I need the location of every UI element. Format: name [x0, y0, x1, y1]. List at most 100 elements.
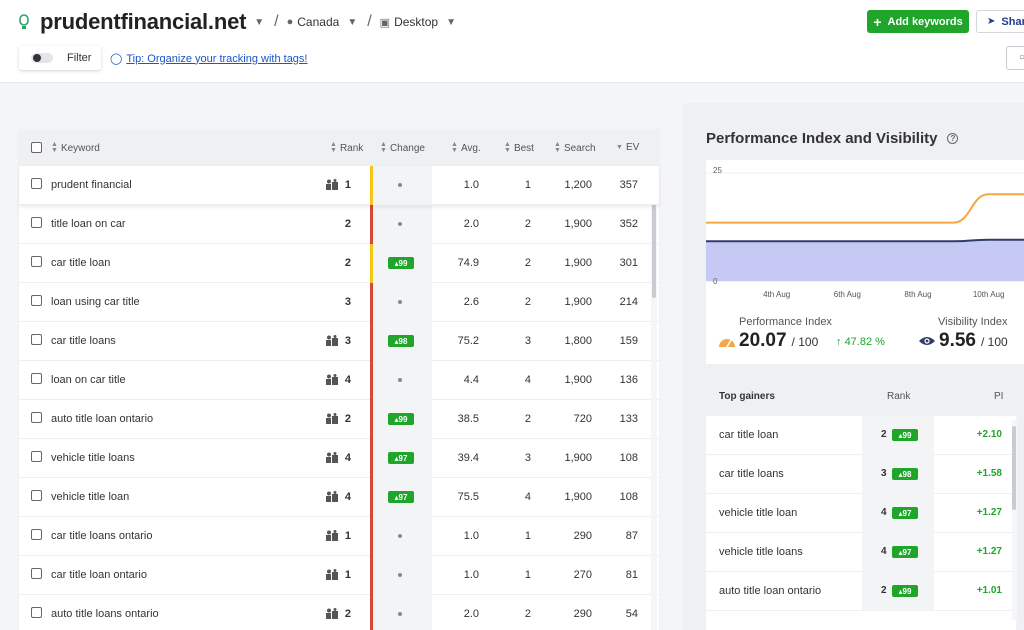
y-tick-label: 0 — [713, 277, 718, 286]
gainer-rank: 4 — [881, 507, 887, 518]
table-row[interactable]: vehicle title loans 4 ▴ 97 39.4 3 1,900 108 — [19, 439, 659, 478]
search-value: 270 — [573, 569, 592, 581]
search-icon[interactable]: ○ — [1006, 46, 1024, 70]
avg-value: 2.6 — [463, 296, 479, 308]
column-avg[interactable]: ▲ ▼ Avg. — [451, 141, 481, 154]
rank-value: 4 — [344, 374, 351, 386]
avg-value: 75.5 — [457, 491, 479, 503]
gainer-row[interactable]: auto title loan ontario 2 ▴ 99 +1.01 — [706, 572, 1016, 611]
row-checkbox[interactable] — [31, 568, 42, 579]
gainers-rank-header[interactable]: Rank — [887, 391, 910, 402]
row-checkbox[interactable] — [31, 373, 42, 384]
keyword-text[interactable]: vehicle title loan — [51, 491, 129, 503]
gainers-pi-header[interactable]: PI — [994, 391, 1003, 402]
change-badge: ▴ 98 — [892, 468, 918, 480]
gainer-keyword[interactable]: car title loans — [719, 468, 784, 480]
help-icon[interactable]: ? — [947, 133, 959, 144]
avg-value: 1.0 — [463, 530, 479, 542]
row-checkbox[interactable] — [31, 529, 42, 540]
row-checkbox[interactable] — [31, 607, 42, 618]
row-checkbox[interactable] — [31, 334, 42, 345]
gainer-keyword[interactable]: vehicle title loan — [719, 507, 797, 519]
gainer-keyword[interactable]: auto title loan ontario — [719, 585, 821, 597]
gainer-row[interactable]: vehicle title loans 4 ▴ 97 +1.27 — [706, 533, 1016, 572]
change-cell — [370, 556, 432, 595]
gainer-row[interactable]: vehicle title loan 4 ▴ 97 +1.27 — [706, 494, 1016, 533]
keyword-text[interactable]: vehicle title loans — [51, 452, 135, 464]
keyword-text[interactable]: auto title loan ontario — [51, 413, 153, 425]
table-scrollbar[interactable] — [651, 166, 657, 630]
table-row[interactable]: car title loan ontario 1 1.0 1 270 81 — [19, 556, 659, 595]
column-best[interactable]: ▲ ▼ Best — [504, 141, 534, 154]
gainer-row[interactable]: car title loan 2 ▴ 99 +2.10 — [706, 416, 1016, 455]
chevron-down-icon[interactable]: ▼ — [254, 17, 264, 28]
table-row[interactable]: car title loan 2 ▴ 99 74.9 2 1,900 301 — [19, 244, 659, 283]
column-change[interactable]: ▲ ▼ Change — [380, 141, 425, 154]
keyword-text[interactable]: car title loans ontario — [51, 530, 153, 542]
column-rank[interactable]: ▲ ▼ Rank — [330, 141, 363, 154]
keyword-text[interactable]: car title loan — [51, 257, 110, 269]
row-checkbox[interactable] — [31, 217, 42, 228]
add-keywords-button[interactable]: + Add keywords — [867, 10, 969, 33]
chevron-down-icon[interactable]: ▼ — [446, 17, 456, 28]
avg-value: 2.0 — [463, 218, 479, 230]
avg-value: 39.4 — [457, 452, 479, 464]
table-header: ▲ ▼ Keyword ▲ ▼ Rank ▲ ▼ Change ▲ ▼ Avg. ▲ ▼ Best … — [19, 129, 659, 166]
row-checkbox[interactable] — [31, 256, 42, 267]
gainer-keyword[interactable]: car title loan — [719, 429, 778, 441]
keyword-text[interactable]: loan on car title — [51, 374, 126, 386]
keyword-text[interactable]: car title loan ontario — [51, 569, 147, 581]
row-checkbox[interactable] — [31, 490, 42, 501]
scrollbar-thumb[interactable] — [1012, 426, 1016, 510]
keyword-text[interactable]: car title loans — [51, 335, 116, 347]
table-row[interactable]: loan using car title 3 2.6 2 1,900 214 — [19, 283, 659, 322]
x-tick-label: 8th Aug — [904, 290, 931, 299]
y-tick-label: 25 — [713, 166, 722, 175]
status-bar — [370, 166, 373, 205]
device-select[interactable]: Desktop — [394, 15, 438, 29]
filter-toggle[interactable]: Filter — [19, 46, 101, 70]
tip-text[interactable]: Tip: Organize your tracking with tags! — [126, 53, 307, 65]
table-row[interactable]: loan on car title 4 4.4 4 1,900 136 — [19, 361, 659, 400]
best-value: 1 — [524, 179, 531, 191]
no-change-dot — [398, 222, 402, 226]
table-row[interactable]: prudent financial 1 1.0 1 1,200 357 — [19, 166, 659, 205]
site-icon — [19, 14, 29, 29]
change-cell — [370, 361, 432, 400]
best-value: 2 — [524, 296, 531, 308]
column-keyword[interactable]: ▲ ▼ Keyword — [51, 141, 100, 154]
keyword-text[interactable]: auto title loans ontario — [51, 608, 159, 620]
tip-link[interactable]: ◯ Tip: Organize your tracking with tags! — [110, 52, 307, 66]
table-row[interactable]: title loan on car 2 2.0 2 1,900 352 — [19, 205, 659, 244]
location-select[interactable]: Canada — [297, 15, 339, 29]
table-row[interactable]: car title loans ontario 1 1.0 1 290 87 — [19, 517, 659, 556]
keyword-text[interactable]: prudent financial — [51, 179, 132, 191]
keyword-text[interactable]: title loan on car — [51, 218, 126, 230]
rank-value: 3 — [344, 335, 351, 347]
keyword-text[interactable]: loan using car title — [51, 296, 140, 308]
share-button[interactable]: ➤ Share — [976, 10, 1024, 33]
best-value: 1 — [524, 569, 531, 581]
ev-value: 133 — [619, 413, 638, 425]
column-ev[interactable]: ▼ EV — [616, 142, 639, 153]
search-value: 1,800 — [564, 335, 592, 347]
gainers-scrollbar[interactable] — [1012, 420, 1017, 620]
row-checkbox[interactable] — [31, 451, 42, 462]
toggle-switch[interactable] — [31, 53, 53, 63]
table-row[interactable]: auto title loans ontario 2 2.0 2 290 54 — [19, 595, 659, 630]
table-row[interactable]: vehicle title loan 4 ▴ 97 75.5 4 1,900 108 — [19, 478, 659, 517]
table-row[interactable]: car title loans 3 ▴ 98 75.2 3 1,800 159 — [19, 322, 659, 361]
row-checkbox[interactable] — [31, 178, 42, 189]
column-search[interactable]: ▲ ▼ Search — [554, 141, 596, 154]
chevron-down-icon[interactable]: ▼ — [347, 17, 357, 28]
site-name[interactable]: prudentfinancial.net — [40, 9, 246, 35]
ev-value: 87 — [625, 530, 638, 542]
table-row[interactable]: auto title loan ontario 2 ▴ 99 38.5 2 720 133 — [19, 400, 659, 439]
select-all-checkbox[interactable] — [31, 142, 42, 153]
pi-delta: ↑ 47.82 % — [836, 336, 885, 348]
gainer-keyword[interactable]: vehicle title loans — [719, 546, 803, 558]
row-checkbox[interactable] — [31, 412, 42, 423]
change-cell — [370, 595, 432, 630]
row-checkbox[interactable] — [31, 295, 42, 306]
gainer-row[interactable]: car title loans 3 ▴ 98 +1.58 — [706, 455, 1016, 494]
